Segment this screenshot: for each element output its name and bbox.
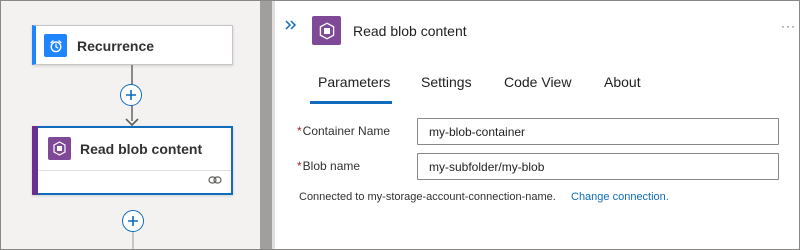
- blob-name-label: *Blob name: [297, 159, 360, 173]
- card-accent-bar: [32, 126, 38, 195]
- tab-parameters[interactable]: Parameters: [318, 74, 390, 90]
- add-step-button[interactable]: [120, 84, 142, 106]
- change-connection-link[interactable]: Change connection.: [571, 191, 669, 203]
- read-blob-action-card[interactable]: Read blob content: [32, 126, 233, 195]
- container-name-label-text: Container Name: [302, 124, 391, 138]
- designer-canvas: Recurrence Read blob content: [1, 1, 272, 249]
- tab-about[interactable]: About: [604, 74, 641, 90]
- tab-settings[interactable]: Settings: [421, 74, 472, 90]
- connection-status-text: Connected to my-storage-account-connecti…: [299, 191, 556, 203]
- pane-title: Read blob content: [353, 23, 467, 39]
- blob-storage-icon: [312, 16, 341, 45]
- tab-code-view[interactable]: Code View: [504, 74, 571, 90]
- canvas-scrollbar[interactable]: [260, 1, 272, 249]
- required-marker: *: [297, 159, 302, 173]
- blob-name-label-text: Blob name: [302, 159, 361, 173]
- recurrence-trigger-card[interactable]: Recurrence: [32, 25, 233, 65]
- selected-tab-indicator: [310, 101, 392, 104]
- collapse-pane-icon[interactable]: [283, 17, 299, 33]
- connector-line: [132, 232, 134, 249]
- plus-icon: [126, 90, 136, 100]
- more-options-button[interactable]: ···: [781, 19, 796, 33]
- plus-icon: [128, 216, 138, 226]
- blob-storage-icon: [48, 137, 71, 160]
- connection-link-icon[interactable]: [208, 175, 222, 185]
- details-pane: Read blob content ··· Parameters Setting…: [275, 1, 799, 249]
- alarm-clock-icon: [44, 34, 67, 57]
- recurrence-card-title: Recurrence: [77, 38, 155, 54]
- app-window: Recurrence Read blob content Read blob c…: [0, 0, 800, 250]
- card-divider: [38, 170, 231, 171]
- container-name-input[interactable]: [417, 118, 779, 145]
- required-marker: *: [297, 124, 302, 138]
- blob-name-input[interactable]: [417, 153, 779, 180]
- read-blob-card-title: Read blob content: [80, 141, 203, 157]
- add-step-button[interactable]: [122, 210, 144, 232]
- connector-line: [131, 65, 133, 85]
- container-name-label: *Container Name: [297, 124, 390, 138]
